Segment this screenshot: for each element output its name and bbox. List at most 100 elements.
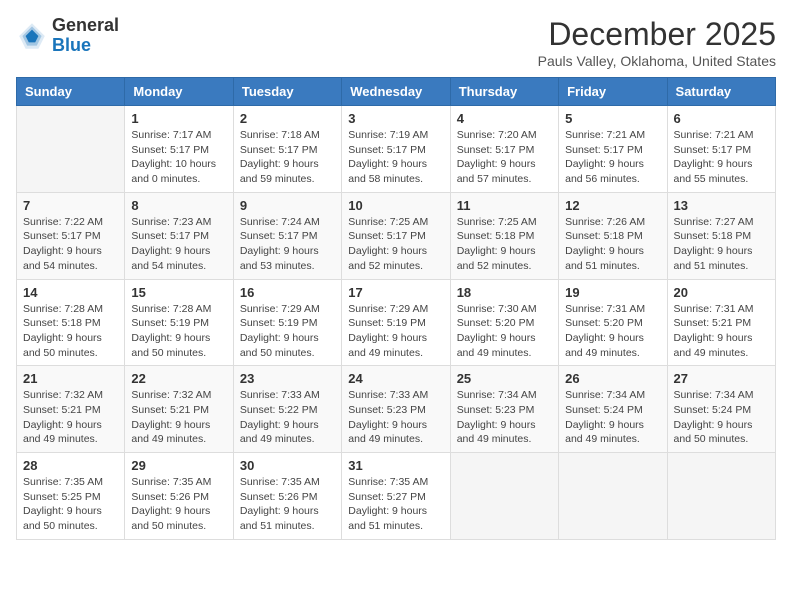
calendar-cell [559, 453, 667, 540]
calendar-cell: 15 Sunrise: 7:28 AM Sunset: 5:19 PM Dayli… [125, 279, 233, 366]
day-info: Sunrise: 7:31 AM Sunset: 5:20 PM Dayligh… [565, 302, 660, 361]
day-info: Sunrise: 7:33 AM Sunset: 5:23 PM Dayligh… [348, 388, 443, 447]
day-number: 4 [457, 111, 552, 126]
day-info: Sunrise: 7:29 AM Sunset: 5:19 PM Dayligh… [240, 302, 335, 361]
location-subtitle: Pauls Valley, Oklahoma, United States [538, 53, 776, 69]
day-number: 15 [131, 285, 226, 300]
calendar-cell: 13 Sunrise: 7:27 AM Sunset: 5:18 PM Dayli… [667, 192, 775, 279]
title-block: December 2025 Pauls Valley, Oklahoma, Un… [538, 16, 776, 69]
day-number: 1 [131, 111, 226, 126]
month-title: December 2025 [538, 16, 776, 53]
day-info: Sunrise: 7:35 AM Sunset: 5:27 PM Dayligh… [348, 475, 443, 534]
day-number: 7 [23, 198, 118, 213]
calendar-cell [450, 453, 558, 540]
day-number: 25 [457, 371, 552, 386]
day-info: Sunrise: 7:25 AM Sunset: 5:17 PM Dayligh… [348, 215, 443, 274]
day-number: 12 [565, 198, 660, 213]
page-header: General Blue December 2025 Pauls Valley,… [16, 16, 776, 69]
calendar-cell: 11Sunrise: 7:25 AM Sunset: 5:18 PM Dayli… [450, 192, 558, 279]
calendar-cell: 23 Sunrise: 7:33 AM Sunset: 5:22 PM Dayli… [233, 366, 341, 453]
day-number: 20 [674, 285, 769, 300]
day-number: 24 [348, 371, 443, 386]
day-number: 5 [565, 111, 660, 126]
day-number: 9 [240, 198, 335, 213]
day-info: Sunrise: 7:21 AM Sunset: 5:17 PM Dayligh… [674, 128, 769, 187]
day-info: Sunrise: 7:23 AM Sunset: 5:17 PM Dayligh… [131, 215, 226, 274]
day-number: 6 [674, 111, 769, 126]
day-number: 23 [240, 371, 335, 386]
day-number: 19 [565, 285, 660, 300]
day-number: 10 [348, 198, 443, 213]
calendar-table: SundayMondayTuesdayWednesdayThursdayFrid… [16, 77, 776, 540]
calendar-cell: 6 Sunrise: 7:21 AM Sunset: 5:17 PM Daylig… [667, 106, 775, 193]
day-number: 28 [23, 458, 118, 473]
day-info: Sunrise: 7:35 AM Sunset: 5:26 PM Dayligh… [240, 475, 335, 534]
day-info: Sunrise: 7:35 AM Sunset: 5:26 PM Dayligh… [131, 475, 226, 534]
day-info: Sunrise: 7:19 AM Sunset: 5:17 PM Dayligh… [348, 128, 443, 187]
day-info: Sunrise: 7:18 AM Sunset: 5:17 PM Dayligh… [240, 128, 335, 187]
calendar-cell: 9 Sunrise: 7:24 AM Sunset: 5:17 PM Daylig… [233, 192, 341, 279]
weekday-header: Tuesday [233, 78, 341, 106]
day-number: 14 [23, 285, 118, 300]
calendar-cell: 29 Sunrise: 7:35 AM Sunset: 5:26 PM Dayli… [125, 453, 233, 540]
day-info: Sunrise: 7:26 AM Sunset: 5:18 PM Dayligh… [565, 215, 660, 274]
day-number: 22 [131, 371, 226, 386]
day-number: 21 [23, 371, 118, 386]
day-info: Sunrise: 7:29 AM Sunset: 5:19 PM Dayligh… [348, 302, 443, 361]
day-info: Sunrise: 7:34 AM Sunset: 5:23 PM Dayligh… [457, 388, 552, 447]
logo-text: General Blue [52, 16, 119, 56]
day-info: Sunrise: 7:32 AM Sunset: 5:21 PM Dayligh… [131, 388, 226, 447]
calendar-week-row: 7 Sunrise: 7:22 AM Sunset: 5:17 PM Daylig… [17, 192, 776, 279]
day-number: 2 [240, 111, 335, 126]
calendar-cell: 7 Sunrise: 7:22 AM Sunset: 5:17 PM Daylig… [17, 192, 125, 279]
day-info: Sunrise: 7:17 AM Sunset: 5:17 PM Dayligh… [131, 128, 226, 187]
day-info: Sunrise: 7:27 AM Sunset: 5:18 PM Dayligh… [674, 215, 769, 274]
day-info: Sunrise: 7:33 AM Sunset: 5:22 PM Dayligh… [240, 388, 335, 447]
calendar-cell: 12 Sunrise: 7:26 AM Sunset: 5:18 PM Dayli… [559, 192, 667, 279]
calendar-cell: 21 Sunrise: 7:32 AM Sunset: 5:21 PM Dayli… [17, 366, 125, 453]
calendar-cell [17, 106, 125, 193]
day-number: 31 [348, 458, 443, 473]
day-info: Sunrise: 7:21 AM Sunset: 5:17 PM Dayligh… [565, 128, 660, 187]
calendar-week-row: 28 Sunrise: 7:35 AM Sunset: 5:25 PM Dayli… [17, 453, 776, 540]
calendar-cell: 30Sunrise: 7:35 AM Sunset: 5:26 PM Dayli… [233, 453, 341, 540]
day-info: Sunrise: 7:30 AM Sunset: 5:20 PM Dayligh… [457, 302, 552, 361]
day-info: Sunrise: 7:28 AM Sunset: 5:18 PM Dayligh… [23, 302, 118, 361]
day-number: 13 [674, 198, 769, 213]
calendar-cell [667, 453, 775, 540]
day-number: 29 [131, 458, 226, 473]
day-number: 3 [348, 111, 443, 126]
day-number: 17 [348, 285, 443, 300]
calendar-cell: 24 Sunrise: 7:33 AM Sunset: 5:23 PM Dayli… [342, 366, 450, 453]
calendar-cell: 28 Sunrise: 7:35 AM Sunset: 5:25 PM Dayli… [17, 453, 125, 540]
calendar-week-row: 1 Sunrise: 7:17 AM Sunset: 5:17 PM Daylig… [17, 106, 776, 193]
calendar-week-row: 14 Sunrise: 7:28 AM Sunset: 5:18 PM Dayli… [17, 279, 776, 366]
calendar-week-row: 21 Sunrise: 7:32 AM Sunset: 5:21 PM Dayli… [17, 366, 776, 453]
logo: General Blue [16, 16, 119, 56]
calendar-cell: 18Sunrise: 7:30 AM Sunset: 5:20 PM Dayli… [450, 279, 558, 366]
calendar-cell: 8 Sunrise: 7:23 AM Sunset: 5:17 PM Daylig… [125, 192, 233, 279]
calendar-cell: 5 Sunrise: 7:21 AM Sunset: 5:17 PM Daylig… [559, 106, 667, 193]
day-info: Sunrise: 7:35 AM Sunset: 5:25 PM Dayligh… [23, 475, 118, 534]
day-info: Sunrise: 7:25 AM Sunset: 5:18 PM Dayligh… [457, 215, 552, 274]
calendar-cell: 31 Sunrise: 7:35 AM Sunset: 5:27 PM Dayli… [342, 453, 450, 540]
calendar-cell: 25 Sunrise: 7:34 AM Sunset: 5:23 PM Dayli… [450, 366, 558, 453]
day-info: Sunrise: 7:24 AM Sunset: 5:17 PM Dayligh… [240, 215, 335, 274]
weekday-header: Sunday [17, 78, 125, 106]
day-info: Sunrise: 7:20 AM Sunset: 5:17 PM Dayligh… [457, 128, 552, 187]
calendar-cell: 10 Sunrise: 7:25 AM Sunset: 5:17 PM Dayli… [342, 192, 450, 279]
calendar-cell: 22 Sunrise: 7:32 AM Sunset: 5:21 PM Dayli… [125, 366, 233, 453]
calendar-cell: 27Sunrise: 7:34 AM Sunset: 5:24 PM Dayli… [667, 366, 775, 453]
calendar-cell: 20 Sunrise: 7:31 AM Sunset: 5:21 PM Dayli… [667, 279, 775, 366]
logo-icon [16, 20, 48, 52]
calendar-cell: 1 Sunrise: 7:17 AM Sunset: 5:17 PM Daylig… [125, 106, 233, 193]
day-info: Sunrise: 7:32 AM Sunset: 5:21 PM Dayligh… [23, 388, 118, 447]
calendar-cell: 14 Sunrise: 7:28 AM Sunset: 5:18 PM Dayli… [17, 279, 125, 366]
calendar-cell: 19 Sunrise: 7:31 AM Sunset: 5:20 PM Dayli… [559, 279, 667, 366]
day-info: Sunrise: 7:22 AM Sunset: 5:17 PM Dayligh… [23, 215, 118, 274]
day-number: 16 [240, 285, 335, 300]
day-info: Sunrise: 7:31 AM Sunset: 5:21 PM Dayligh… [674, 302, 769, 361]
calendar-cell: 17 Sunrise: 7:29 AM Sunset: 5:19 PM Dayli… [342, 279, 450, 366]
day-info: Sunrise: 7:28 AM Sunset: 5:19 PM Dayligh… [131, 302, 226, 361]
day-number: 8 [131, 198, 226, 213]
